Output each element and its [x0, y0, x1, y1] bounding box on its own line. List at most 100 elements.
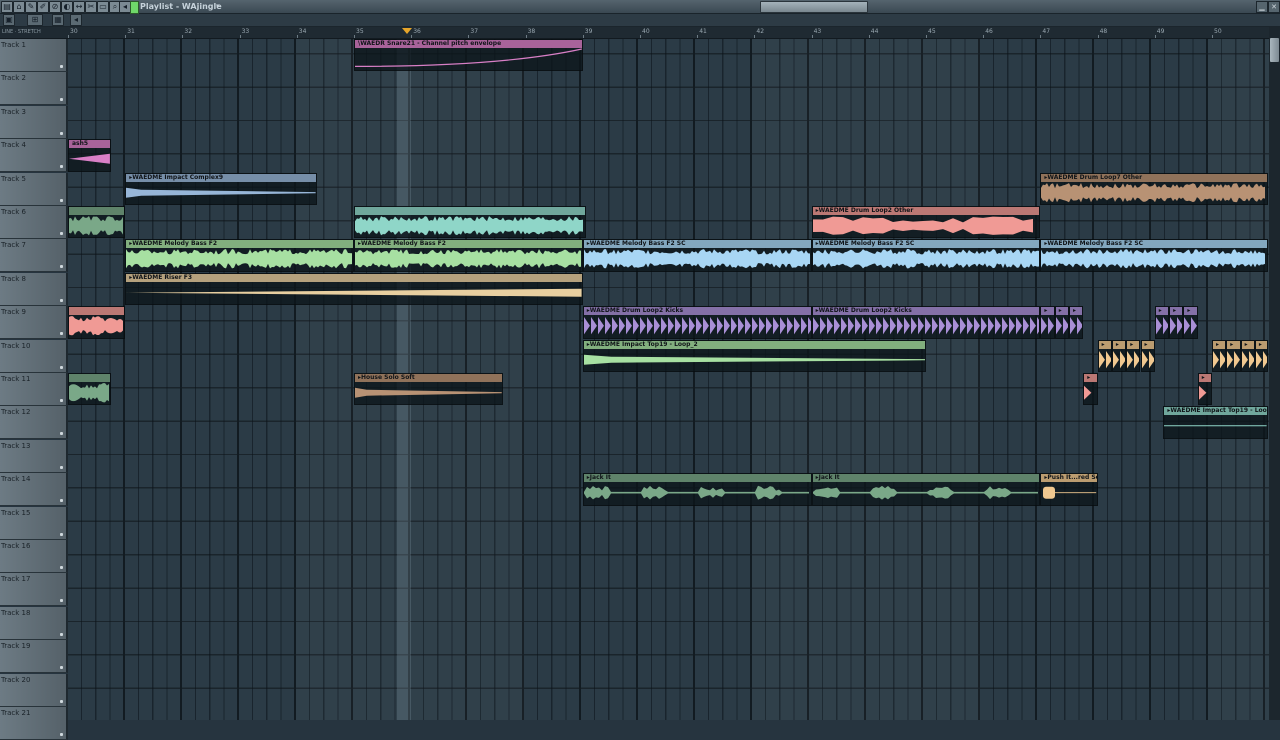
playlist-clip[interactable]: ▸WAEDME Impact Top19 - Loop_2 — [582, 339, 926, 372]
close-icon[interactable]: ✕ — [1268, 1, 1280, 13]
playlist-clip[interactable]: ash5 — [68, 139, 111, 172]
playlist-clip[interactable]: ▸ — [1183, 306, 1198, 339]
track-select-dot[interactable] — [60, 198, 63, 202]
playlist-clip[interactable] — [68, 373, 111, 406]
playlist-clip[interactable]: ▸ — [1083, 373, 1098, 406]
slip-tool-icon[interactable]: ↔ — [73, 1, 85, 13]
playlist-clip[interactable] — [68, 206, 126, 239]
playlist-clip[interactable]: ▸ — [1212, 339, 1227, 372]
track-select-dot[interactable] — [60, 131, 63, 135]
track-select-dot[interactable] — [60, 232, 63, 235]
track-select-dot[interactable] — [60, 465, 63, 469]
playlist-clip[interactable]: ▸Jack It — [811, 473, 1041, 506]
playlist-clip[interactable]: ▸WAEDME Drum Loop7 Other — [1040, 172, 1268, 205]
track-select-dot[interactable] — [60, 365, 63, 369]
track-select-dot[interactable] — [60, 65, 63, 68]
song-position-marker[interactable] — [402, 28, 412, 34]
playlist-clip[interactable]: \WAEDR Snare21 - Channel pitch envelope — [354, 39, 583, 72]
playlist-clip[interactable]: ▸WAEDME Melody Bass F2 SC — [1040, 239, 1268, 272]
playlist-clip[interactable]: ▸House Solo Soft — [354, 373, 503, 406]
track-header[interactable]: Track 19 — [0, 640, 68, 674]
track-select-dot[interactable] — [60, 399, 63, 402]
track-select-dot[interactable] — [60, 265, 63, 269]
playlist-clip[interactable]: ▸WAEDME Melody Bass F2 — [354, 239, 583, 272]
track-header[interactable]: Track 2 — [0, 72, 68, 106]
track-header[interactable]: Track 3 — [0, 105, 68, 139]
playlist-clip[interactable]: ▸WAEDME Drum Loop2 Other — [811, 206, 1041, 239]
menu-icon[interactable]: ▤ — [1, 1, 13, 13]
track-select-dot[interactable] — [60, 532, 63, 536]
track-header[interactable]: Track 12 — [0, 406, 68, 440]
track-header[interactable]: Track 16 — [0, 540, 68, 573]
playlist-clip[interactable]: ▸ — [1169, 306, 1184, 339]
playlist-clip[interactable]: ▸ — [1226, 339, 1241, 372]
slice-tool-icon[interactable]: ✂ — [85, 1, 97, 13]
mute-tool-icon[interactable]: ◐ — [61, 1, 73, 13]
track-select-dot[interactable] — [60, 98, 63, 102]
playlist-clip[interactable]: ▸WAEDME Melody Bass F2 SC — [582, 239, 812, 272]
track-header[interactable]: Track 8 — [0, 272, 68, 306]
playlist-clip[interactable]: ▸ — [1054, 306, 1069, 339]
playlist-clip[interactable]: ▸WAEDME Impact Complex9 — [125, 172, 317, 205]
playlist-clip[interactable]: ▸ — [1126, 339, 1141, 372]
track-select-dot[interactable] — [60, 733, 63, 736]
playlist-clip[interactable]: ▸WAEDME Drum Loop2 Kicks — [811, 306, 1041, 339]
minimize-icon[interactable]: ▁ — [1256, 1, 1268, 13]
track-header[interactable]: Track 18 — [0, 606, 68, 640]
window-title[interactable]: Playlist - WAjingle — [140, 0, 222, 13]
track-select-dot[interactable] — [60, 499, 63, 503]
playlist-clip[interactable]: ▸WAEDME Melody Bass F2 SC — [811, 239, 1041, 272]
track-header[interactable]: Track 21 — [0, 707, 68, 740]
playlist-clip[interactable]: ▸WAEDME Riser F3 — [125, 272, 583, 306]
vertical-scrollbar[interactable] — [1269, 27, 1280, 720]
playlist-clip[interactable]: ▸ — [1254, 339, 1268, 372]
track-header[interactable]: Track 10 — [0, 339, 68, 373]
track-select-dot[interactable] — [60, 332, 63, 336]
track-header[interactable]: Track 5 — [0, 172, 68, 206]
delete-tool-icon[interactable]: ⊘ — [49, 1, 61, 13]
track-header[interactable]: Track 1 — [0, 39, 68, 72]
pattern-selector-icon[interactable]: ▣ — [3, 14, 15, 26]
grid-icon[interactable]: ▦ — [52, 14, 64, 26]
playlist-clip[interactable]: ▸ — [1069, 306, 1084, 339]
draw-tool-icon[interactable]: ✎ — [25, 1, 37, 13]
track-header[interactable]: Track 13 — [0, 439, 68, 473]
select-tool-icon[interactable]: ▭ — [97, 1, 109, 13]
track-header[interactable]: Track 4 — [0, 139, 68, 173]
playlist-clip[interactable]: ▸ — [1240, 339, 1255, 372]
paint-tool-icon[interactable]: ✐ — [37, 1, 49, 13]
track-header[interactable]: Track 17 — [0, 573, 68, 607]
playlist-clip[interactable]: ▸ — [1154, 306, 1170, 339]
playlist-clip[interactable]: ▸Jack It — [582, 473, 812, 506]
track-select-dot[interactable] — [60, 666, 63, 670]
track-select-dot[interactable] — [60, 165, 63, 169]
track-select-dot[interactable] — [60, 632, 63, 636]
track-header[interactable]: Track 15 — [0, 506, 68, 540]
track-header[interactable]: Track 20 — [0, 673, 68, 707]
track-header[interactable]: Track 11 — [0, 373, 68, 406]
scroll-left-icon[interactable]: ◂ — [70, 14, 82, 26]
track-select-dot[interactable] — [60, 566, 63, 569]
playlist-clip[interactable]: ▸WAEDME Melody Bass F2 — [125, 239, 354, 272]
horizontal-scrollbar-thumb[interactable] — [760, 1, 868, 13]
playlist-clip[interactable] — [354, 206, 586, 239]
playlist-clip[interactable]: ▸ — [1140, 339, 1155, 372]
playlist-clip[interactable]: ▸ — [1040, 306, 1055, 339]
playlist-clip[interactable]: ▸ — [1197, 373, 1212, 406]
track-select-dot[interactable] — [60, 699, 63, 703]
snap-icon[interactable]: ⊞ — [27, 14, 43, 26]
playlist-clip[interactable]: ▸ — [1097, 339, 1112, 372]
playlist-clip[interactable]: ▸Push It...red Soft — [1040, 473, 1098, 506]
track-select-dot[interactable] — [60, 432, 63, 436]
home-icon[interactable]: ⌂ — [13, 1, 25, 13]
track-header[interactable]: Track 14 — [0, 473, 68, 507]
title-dropdown-icon[interactable]: ▾ — [216, 0, 220, 13]
playlist-clip[interactable]: ▸WAEDME Drum Loop2 Kicks — [582, 306, 812, 339]
track-header[interactable]: Track 6 — [0, 206, 68, 239]
track-select-dot[interactable] — [60, 599, 63, 603]
track-header[interactable]: Track 9 — [0, 306, 68, 340]
track-select-dot[interactable] — [60, 298, 63, 302]
track-header[interactable]: Track 7 — [0, 239, 68, 273]
playlist-clip[interactable]: ▸ — [1111, 339, 1127, 372]
playlist-clip[interactable] — [68, 306, 126, 339]
